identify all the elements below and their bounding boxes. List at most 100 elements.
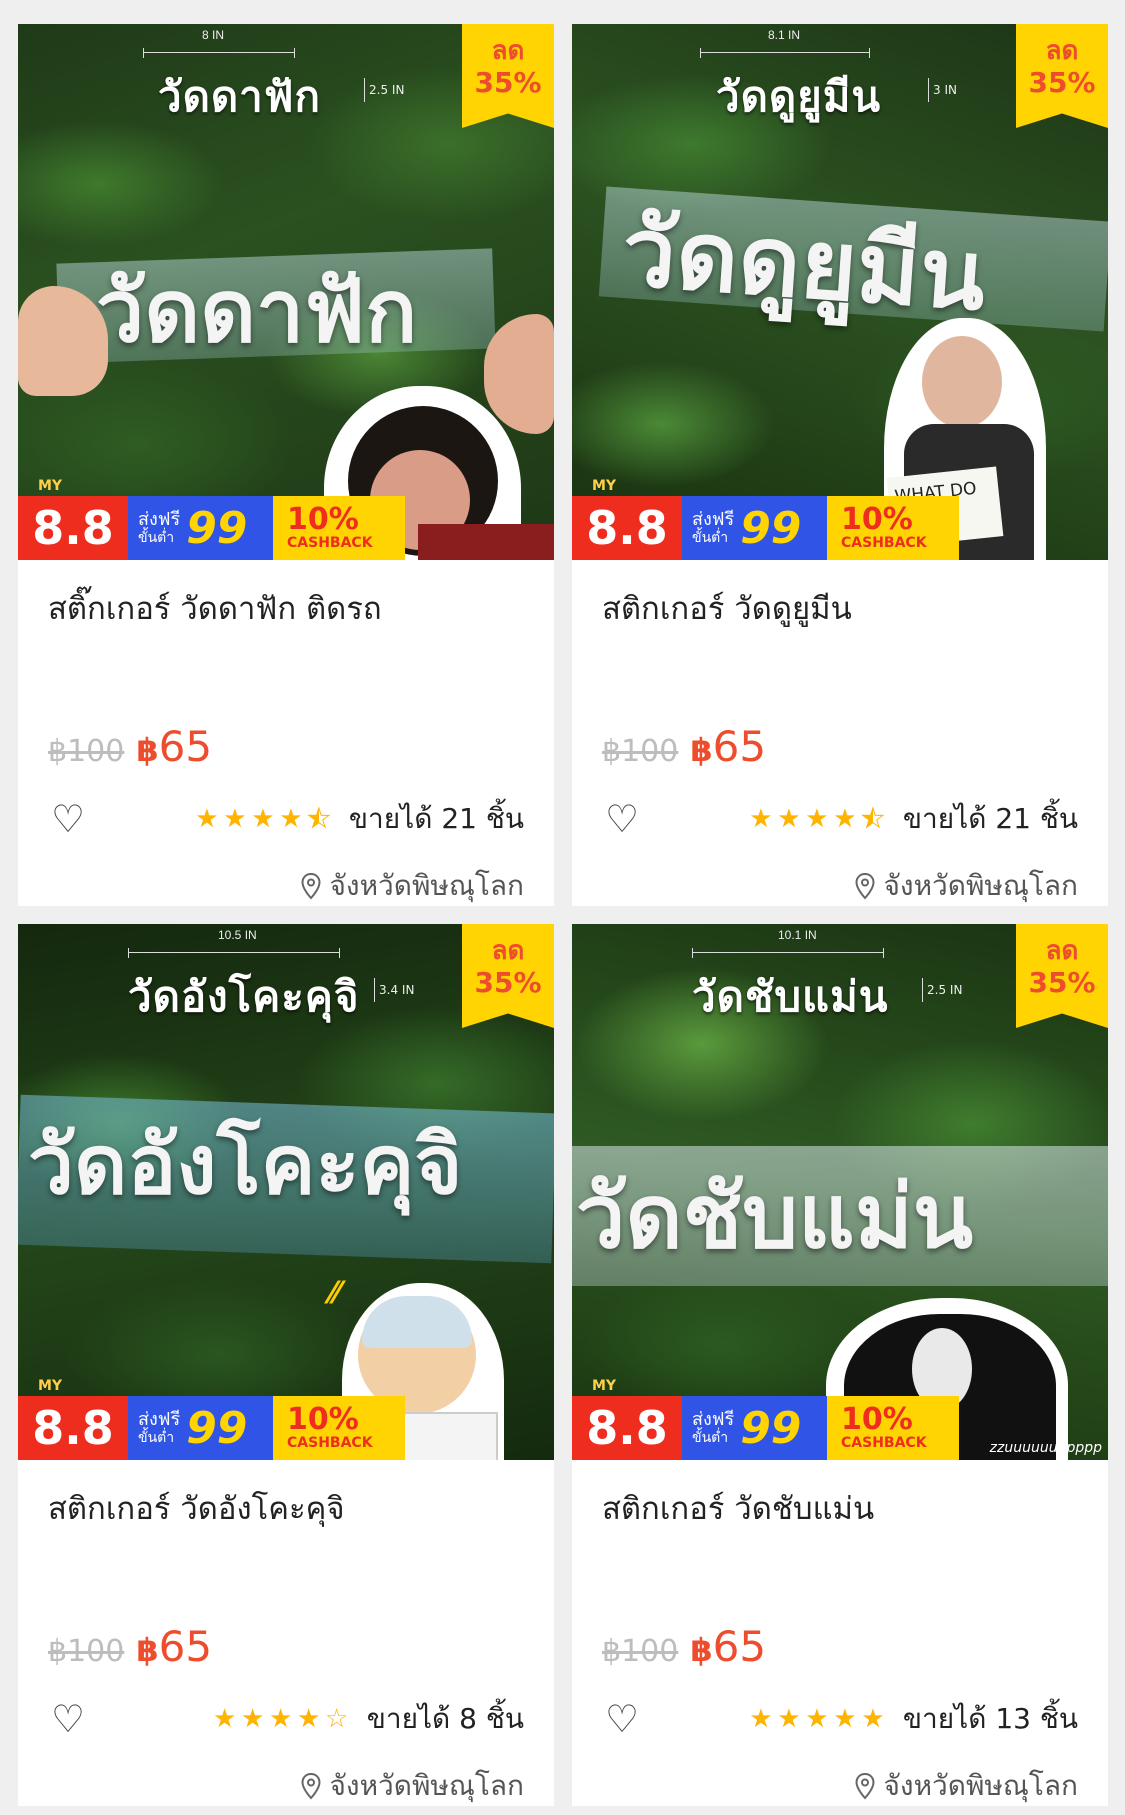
height-label: 3.4 IN: [374, 978, 414, 1002]
product-grid: 8 IN วัดดาฟัก 2.5 IN วัดดาฟัก ลด 35% MY 8…: [18, 24, 1108, 1806]
free-ship-label: ส่งฟรี: [138, 509, 181, 530]
product-image[interactable]: 10.1 IN วัดชับแม่น 2.5 IN วัดชับแม่น zzu…: [572, 924, 1108, 1460]
heart-icon[interactable]: ♡: [48, 1699, 88, 1739]
star-full-icon: ★: [251, 804, 275, 834]
discount-label: ลด: [491, 36, 525, 66]
width-dimension-line: [128, 948, 340, 958]
promo-88-text: 8.8: [586, 1401, 668, 1455]
cashback-percent: 10%: [287, 1402, 359, 1437]
product-title[interactable]: สติกเกอร์ วัดชับแม่น: [602, 1488, 1088, 1530]
discount-label: ลด: [1045, 36, 1079, 66]
promo-my-label: MY: [38, 1378, 63, 1394]
promo-banner: MY 8.8 ส่งฟรี ขั้นต่ำ 99 10% CASHBACK: [18, 1378, 418, 1460]
sticker-small-title: วัดอังโคะคุจิ: [128, 972, 360, 1021]
promo-88-badge: MY 8.8: [18, 1378, 128, 1460]
rating-block: ★ ★ ★ ★ ★ ขายได้ 21 ชิ้น: [193, 797, 524, 841]
sold-count: ขายได้ 21 ชิ้น: [348, 802, 524, 835]
free-shipping-badge: ส่งฟรี ขั้นต่ำ 99: [682, 1396, 827, 1460]
original-price: ฿100: [48, 734, 125, 769]
sold-count: ขายได้ 21 ชิ้น: [902, 802, 1078, 835]
product-image[interactable]: 10.5 IN วัดอังโคะคุจิ 3.4 IN วัดอังโคะคุ…: [18, 924, 554, 1460]
discount-label: ลด: [1045, 936, 1079, 966]
product-image[interactable]: 8 IN วัดดาฟัก 2.5 IN วัดดาฟัก ลด 35% MY 8…: [18, 24, 554, 560]
promo-my-label: MY: [38, 478, 63, 494]
discount-percent: 35%: [1028, 66, 1096, 99]
height-label: 2.5 IN: [922, 978, 962, 1002]
idea-lines-icon: ⁄⁄: [330, 1276, 341, 1311]
free-ship-amount: 99: [740, 502, 802, 554]
sticker-caption: zzuuuuuuppppp: [989, 1440, 1102, 1456]
person-shirt: [418, 524, 554, 560]
product-card[interactable]: 10.5 IN วัดอังโคะคุจิ 3.4 IN วัดอังโคะคุ…: [18, 924, 554, 1806]
currency-symbol: ฿: [136, 1631, 159, 1669]
free-ship-amount: 99: [186, 502, 248, 554]
original-price: ฿100: [48, 1634, 125, 1669]
price-block: ฿100 ฿ 65: [602, 722, 766, 771]
star-full-icon: ★: [861, 1704, 885, 1734]
location-pin-icon: [301, 872, 321, 900]
product-title[interactable]: สติ๊กเกอร์ วัดดาฟัก ติดรถ: [48, 588, 534, 630]
sale-price: 65: [158, 1622, 213, 1671]
product-card[interactable]: 8.1 IN วัดดูยูมีน 3 IN วัดดูยูมีน WHAT D…: [572, 24, 1108, 906]
discount-percent: 35%: [1028, 966, 1096, 999]
star-full-icon: ★: [833, 1704, 857, 1734]
rating-block: ★ ★ ★ ★ ★ ขายได้ 13 ชิ้น: [747, 1697, 1078, 1741]
rating-stars: ★ ★ ★ ★ ☆: [211, 1704, 351, 1734]
original-price: ฿100: [602, 1634, 679, 1669]
width-label: 10.1 IN: [778, 928, 817, 942]
sold-count: ขายได้ 8 ชิ้น: [366, 1702, 524, 1735]
cashback-label: CASHBACK: [287, 535, 373, 551]
location: จังหวัดพิษณุโลก: [854, 1764, 1078, 1806]
promo-88-badge: MY 8.8: [572, 1378, 682, 1460]
sticker-big-text: วัดอังโคะคุจิ: [28, 1118, 463, 1213]
currency-symbol: ฿: [690, 1631, 713, 1669]
cashback-badge: 10% CASHBACK: [273, 496, 405, 560]
rating-stars: ★ ★ ★ ★ ★: [747, 804, 887, 835]
promo-88-badge: MY 8.8: [572, 478, 682, 560]
heart-icon[interactable]: ♡: [602, 799, 642, 839]
star-full-icon: ★: [223, 804, 247, 834]
heart-icon[interactable]: ♡: [48, 799, 88, 839]
location-text: จังหวัดพิษณุโลก: [883, 1769, 1078, 1802]
sale-price: 65: [712, 722, 767, 771]
product-title[interactable]: สติกเกอร์ วัดดูยูมีน: [602, 588, 1088, 630]
star-full-icon: ★: [777, 1704, 801, 1734]
discount-badge: ลด 35%: [462, 924, 554, 1028]
sticker-big-text: วัดดูยูมีน: [618, 195, 990, 333]
meta-row: ♡ ★ ★ ★ ★ ☆ ขายได้ 8 ชิ้น: [48, 1698, 524, 1740]
product-card[interactable]: 10.1 IN วัดชับแม่น 2.5 IN วัดชับแม่น zzu…: [572, 924, 1108, 1806]
heart-icon[interactable]: ♡: [602, 1699, 642, 1739]
star-full-icon: ★: [777, 804, 801, 834]
discount-badge: ลด 35%: [1016, 924, 1108, 1028]
currency-symbol: ฿: [136, 731, 159, 769]
star-full-icon: ★: [269, 1704, 293, 1734]
location-text: จังหวัดพิษณุโลก: [883, 869, 1078, 902]
star-full-icon: ★: [195, 804, 219, 834]
sticker-small-title: วัดดาฟัก: [158, 72, 321, 121]
rating-stars: ★ ★ ★ ★ ★: [193, 804, 333, 835]
free-ship-label: ส่งฟรี: [692, 1409, 735, 1430]
person-face: [922, 336, 1002, 428]
meta-row: ♡ ★ ★ ★ ★ ★ ขายได้ 13 ชิ้น: [602, 1698, 1078, 1740]
product-card[interactable]: 8 IN วัดดาฟัก 2.5 IN วัดดาฟัก ลด 35% MY 8…: [18, 24, 554, 906]
location: จังหวัดพิษณุโลก: [300, 864, 524, 906]
width-label: 10.5 IN: [218, 928, 257, 942]
star-full-icon: ★: [279, 804, 303, 834]
promo-banner: MY 8.8 ส่งฟรี ขั้นต่ำ 99 10% CASHBACK: [18, 478, 418, 560]
cashback-label: CASHBACK: [841, 1435, 927, 1451]
star-full-icon: ★: [833, 804, 857, 834]
location-pin-icon: [855, 872, 875, 900]
discount-badge: ลด 35%: [1016, 24, 1108, 128]
cashback-percent: 10%: [841, 1402, 913, 1437]
rating-block: ★ ★ ★ ★ ☆ ขายได้ 8 ชิ้น: [211, 1697, 524, 1741]
free-ship-label: ส่งฟรี: [138, 1409, 181, 1430]
original-price: ฿100: [602, 734, 679, 769]
sticker-small-title: วัดดูยูมีน: [716, 72, 882, 121]
width-dimension-line: [692, 948, 884, 958]
product-title[interactable]: สติกเกอร์ วัดอังโคะคุจิ: [48, 1488, 534, 1530]
free-shipping-badge: ส่งฟรี ขั้นต่ำ 99: [128, 496, 273, 560]
cashback-badge: 10% CASHBACK: [827, 1396, 959, 1460]
free-shipping-badge: ส่งฟรี ขั้นต่ำ 99: [128, 1396, 273, 1460]
product-image[interactable]: 8.1 IN วัดดูยูมีน 3 IN วัดดูยูมีน WHAT D…: [572, 24, 1108, 560]
star-empty-icon: ☆: [325, 1704, 349, 1734]
